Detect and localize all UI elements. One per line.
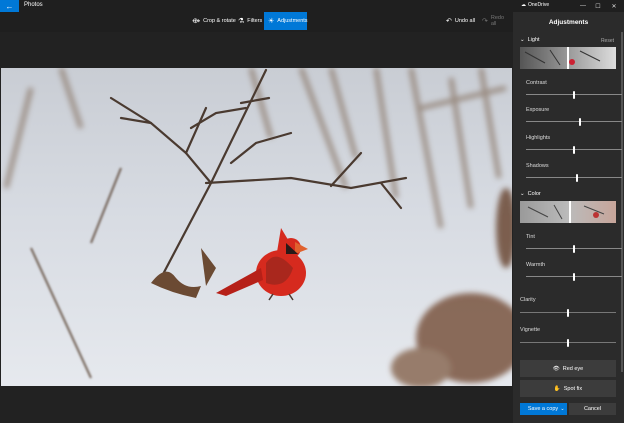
maximize-button[interactable]: ☐ (590, 0, 606, 12)
slider-thumb[interactable] (573, 273, 575, 281)
vignette-label: Vignette (520, 327, 541, 333)
redo-all-label: Redo all (490, 15, 505, 27)
chevron-down-icon: ⌄ (520, 191, 525, 197)
clarity-label: Clarity (520, 297, 536, 303)
eye-icon: 👁 (552, 365, 560, 372)
warmth-slider[interactable] (526, 272, 622, 282)
cardinal-photo (1, 68, 512, 386)
redo-icon: ↷ (482, 18, 488, 25)
vignette-slider[interactable] (520, 338, 616, 348)
light-section-toggle[interactable]: ⌄ Light (520, 37, 540, 43)
exposure-slider[interactable] (526, 117, 622, 127)
slider-thumb[interactable] (567, 339, 569, 347)
red-eye-button[interactable]: 👁 Red eye (520, 360, 616, 377)
undo-all-button[interactable]: ↶ Undo all (442, 12, 479, 30)
slider-thumb[interactable] (573, 146, 575, 154)
adjustments-label: Adjustments (277, 18, 308, 24)
crop-rotate-label: Crop & rotate (203, 18, 236, 24)
save-options-dropdown[interactable]: ⌄ (558, 403, 567, 415)
chevron-down-icon: ⌄ (520, 37, 525, 43)
tint-label: Tint (526, 234, 535, 240)
reset-button[interactable]: Reset (601, 38, 614, 44)
photo-canvas (0, 32, 513, 423)
shadows-slider[interactable] (526, 173, 622, 183)
edit-toolbar: ⟴ Crop & rotate ⚗ Filters ☀ Adjustments … (0, 12, 513, 32)
undo-all-label: Undo all (454, 18, 476, 24)
color-label: Color (527, 191, 541, 197)
slider-thumb[interactable] (579, 118, 581, 126)
light-slider-strip[interactable] (520, 47, 616, 69)
filters-tab[interactable]: ⚗ Filters (234, 12, 266, 30)
shadows-label: Shadows (526, 163, 549, 169)
color-preview (520, 201, 616, 223)
panel-title: Adjustments (548, 18, 589, 26)
slider-thumb[interactable] (567, 309, 569, 317)
panel-scrollbar[interactable] (621, 32, 623, 372)
adjustments-panel: Adjustments ⌄ Light Reset Contrast Expos… (513, 12, 624, 423)
slider-thumb[interactable] (573, 245, 575, 253)
back-arrow-icon: ← (5, 1, 14, 11)
red-eye-label: Red eye (562, 365, 584, 372)
filters-icon: ⚗ (238, 18, 245, 25)
light-label: Light (527, 37, 540, 43)
filters-label: Filters (247, 18, 263, 24)
cancel-label: Cancel (583, 406, 602, 412)
onedrive-label: OneDrive (528, 2, 550, 8)
cloud-icon: ☁ (521, 2, 526, 8)
tint-slider[interactable] (526, 244, 622, 254)
spot-fix-button[interactable]: ✋ Spot fix (520, 380, 616, 397)
contrast-label: Contrast (526, 80, 547, 86)
contrast-slider[interactable] (526, 90, 622, 100)
crop-icon: ⟴ (192, 18, 201, 25)
slider-thumb[interactable] (573, 91, 575, 99)
exposure-label: Exposure (526, 107, 550, 113)
highlights-label: Highlights (526, 135, 551, 141)
highlights-slider[interactable] (526, 145, 622, 155)
cancel-button[interactable]: Cancel (569, 403, 616, 415)
adjustments-icon: ☀ (268, 18, 275, 25)
adjustments-tab[interactable]: ☀ Adjustments (264, 12, 308, 30)
maximize-icon: ☐ (595, 3, 601, 10)
back-button[interactable]: ← (0, 0, 19, 12)
slider-thumb[interactable] (576, 174, 578, 182)
hand-icon: ✋ (553, 385, 561, 392)
app-title: Photos (24, 2, 43, 8)
crop-rotate-tab[interactable]: ⟴ Crop & rotate (188, 12, 240, 30)
title-bar: ← Photos ☁ OneDrive — ☐ ✕ (0, 0, 624, 12)
color-slider-strip[interactable] (520, 201, 616, 223)
minimize-icon: — (580, 3, 586, 9)
close-icon: ✕ (611, 3, 617, 10)
minimize-button[interactable]: — (575, 0, 591, 12)
undo-icon: ↶ (446, 18, 452, 25)
close-button[interactable]: ✕ (606, 0, 622, 12)
chevron-down-icon: ⌄ (560, 406, 565, 412)
redo-all-button[interactable]: ↷ Redo all (478, 12, 513, 30)
onedrive-status[interactable]: ☁ OneDrive (521, 2, 549, 8)
light-preview (520, 47, 616, 69)
spot-fix-label: Spot fix (563, 385, 583, 392)
clarity-slider[interactable] (520, 308, 616, 318)
photo-image[interactable] (1, 68, 512, 386)
color-section-toggle[interactable]: ⌄ Color (520, 191, 541, 197)
warmth-label: Warmth (526, 262, 546, 268)
save-copy-label: Save a copy (527, 406, 559, 412)
